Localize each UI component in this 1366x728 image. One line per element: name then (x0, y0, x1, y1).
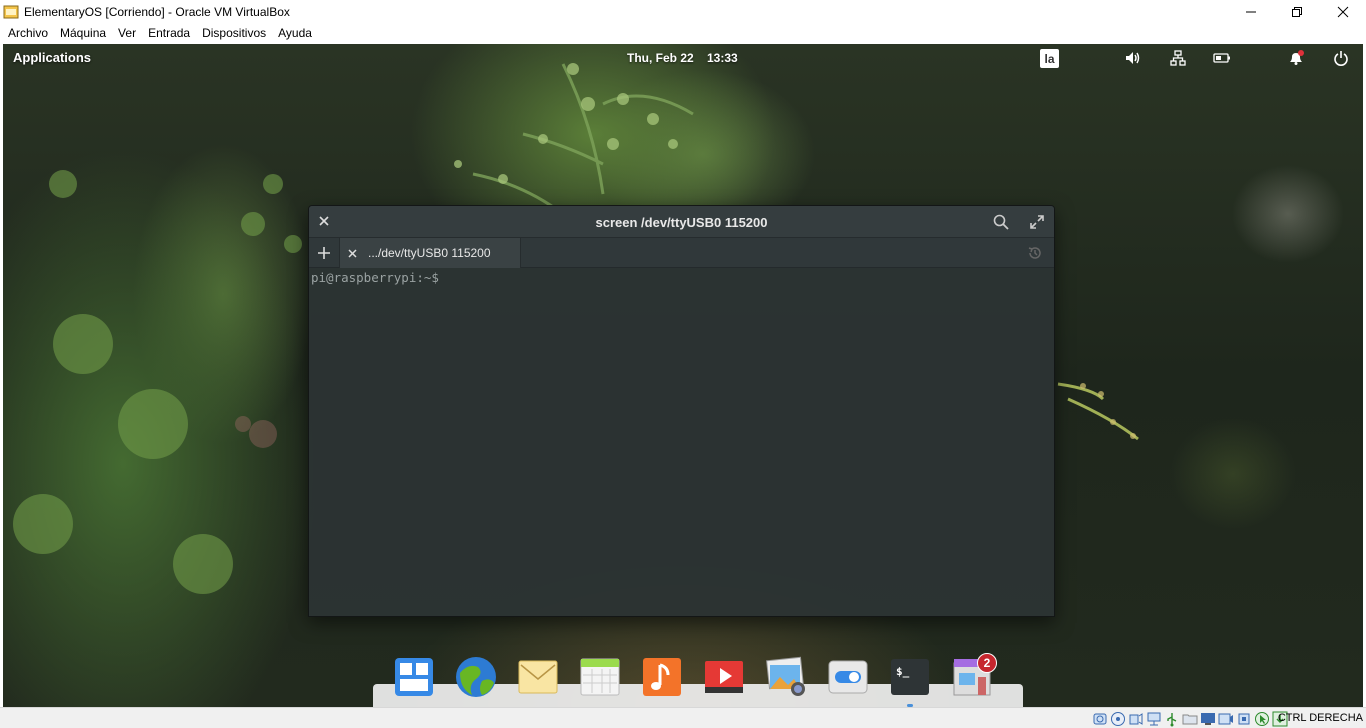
terminal-headerbar: screen /dev/ttyUSB0 115200 (309, 206, 1054, 238)
dock-items: $_ 2 (383, 653, 1003, 707)
power-indicator[interactable] (1213, 50, 1231, 66)
close-icon (347, 248, 357, 258)
virtualbox-status-bar: CTRL DERECHA (0, 707, 1366, 728)
window-title: ElementaryOS [Corriendo] - Oracle VM Vir… (24, 4, 290, 19)
device-indicators (1092, 711, 1288, 727)
shell-prompt: pi@raspberrypi:~$ (311, 270, 439, 285)
music-icon (643, 658, 681, 696)
battery-icon (1213, 53, 1230, 63)
calendar-icon (580, 658, 620, 696)
notification-bell-icon (1290, 50, 1304, 65)
photos-icon (766, 656, 805, 696)
tab-label: .../dev/ttyUSB0 115200 (368, 246, 491, 260)
terminal-tab[interactable]: .../dev/ttyUSB0 115200 (339, 238, 521, 268)
mail-icon (518, 660, 558, 694)
terminal-maximize-button[interactable] (1028, 213, 1046, 231)
terminal-search-button[interactable] (992, 213, 1010, 231)
dock-terminal[interactable]: $_ (879, 655, 941, 707)
video-capture-icon[interactable] (1218, 711, 1234, 727)
volume-icon (1126, 52, 1140, 64)
terminal-icon: $_ (891, 659, 929, 695)
usb-icon[interactable] (1164, 711, 1180, 727)
session-indicator[interactable] (1332, 50, 1350, 66)
dock-music[interactable] (631, 655, 693, 705)
shared-folders-icon[interactable] (1182, 711, 1198, 727)
plus-icon (318, 247, 330, 259)
optical-drive-icon[interactable] (1110, 711, 1126, 727)
terminal-title: screen /dev/ttyUSB0 115200 (595, 215, 768, 230)
videos-icon (705, 661, 743, 693)
maximize-icon (1030, 215, 1044, 229)
minimize-button[interactable] (1228, 0, 1274, 23)
mouse-integration-icon[interactable] (1254, 711, 1270, 727)
tab-close-button[interactable] (346, 246, 358, 260)
network-wired-icon (1170, 50, 1186, 66)
minimize-icon (1246, 11, 1256, 12)
virtualbox-app-icon (3, 5, 19, 18)
close-icon (1337, 6, 1349, 17)
window-titlebar: ElementaryOS [Corriendo] - Oracle VM Vir… (0, 0, 1366, 23)
history-icon (1028, 247, 1041, 259)
host-key-label: CTRL DERECHA (1277, 712, 1363, 724)
audio-icon[interactable] (1128, 711, 1144, 727)
menu-ver[interactable]: Ver (112, 23, 142, 44)
dock-web-browser[interactable] (445, 655, 507, 705)
menu-maquina[interactable]: Máquina (54, 23, 112, 44)
web-browser-icon (456, 657, 496, 697)
cpu-icon[interactable] (1236, 711, 1252, 727)
settings-toggle-icon (828, 660, 868, 694)
menu-dispositivos[interactable]: Dispositivos (196, 23, 272, 44)
svg-text:$_: $_ (896, 665, 910, 678)
search-icon (993, 214, 1009, 230)
close-button[interactable] (1320, 0, 1366, 23)
top-panel: Applications Thu, Feb 22 13:33 la (3, 44, 1363, 72)
dock-system-settings[interactable] (817, 655, 879, 705)
network-adapter-icon[interactable] (1146, 711, 1162, 727)
menu-ayuda[interactable]: Ayuda (272, 23, 318, 44)
vm-display[interactable]: Applications Thu, Feb 22 13:33 la screen… (3, 44, 1363, 707)
update-count-badge: 2 (977, 653, 997, 673)
sound-indicator[interactable] (1124, 50, 1142, 66)
dock-mail[interactable] (507, 655, 569, 705)
restore-icon (1292, 6, 1302, 17)
closed-tabs-button[interactable] (1026, 244, 1044, 262)
dock-multitasking-view[interactable] (383, 655, 445, 705)
dock-calendar[interactable] (569, 655, 631, 705)
power-icon (1334, 51, 1348, 66)
menu-archivo[interactable]: Archivo (2, 23, 54, 44)
display-icon[interactable] (1200, 711, 1216, 727)
menu-bar: Archivo Máquina Ver Entrada Dispositivos… (0, 23, 1366, 44)
date-time-indicator[interactable]: Thu, Feb 22 13:33 (627, 51, 738, 65)
notifications-indicator[interactable] (1287, 50, 1305, 66)
dock-photos[interactable] (755, 655, 817, 705)
hard-disk-icon[interactable] (1092, 711, 1108, 727)
multitasking-view-icon (395, 658, 433, 696)
applications-menu[interactable]: Applications (13, 50, 91, 65)
menu-entrada[interactable]: Entrada (142, 23, 196, 44)
dock-videos[interactable] (693, 655, 755, 705)
keyboard-layout-indicator[interactable]: la (1040, 49, 1059, 68)
terminal-tab-bar: .../dev/ttyUSB0 115200 (309, 238, 1054, 268)
terminal-output[interactable]: pi@raspberrypi:~$ (309, 268, 1054, 616)
restore-button[interactable] (1274, 0, 1320, 23)
new-tab-button[interactable] (315, 244, 333, 262)
network-indicator[interactable] (1169, 50, 1187, 66)
terminal-window[interactable]: screen /dev/ttyUSB0 115200 .../dev/ttyUS… (308, 205, 1055, 617)
dock-appcenter[interactable]: 2 (941, 653, 1003, 705)
window-controls (1228, 0, 1366, 23)
